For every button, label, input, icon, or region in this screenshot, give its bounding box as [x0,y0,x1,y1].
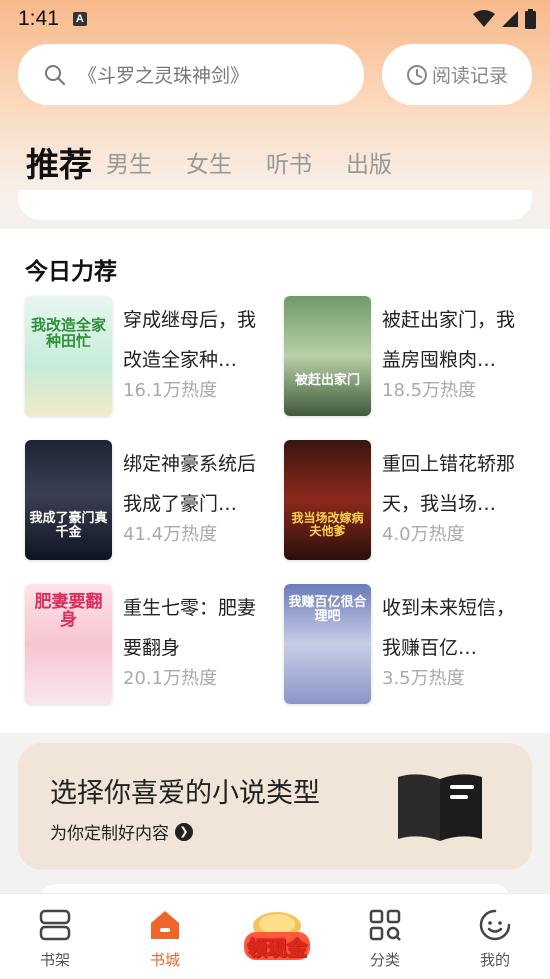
nav-label: 书城 [149,951,180,969]
book-cover: 被赶出家门 [284,296,371,416]
section-title: 今日力荐 [25,259,117,285]
cover-title: 我赚百亿很合理吧 [288,595,367,624]
notification-icon: A [72,12,87,26]
cover-title: 我成了豪门真千金 [29,511,108,540]
clock-icon [406,64,427,85]
book-heat: 3.5万热度 [382,668,465,689]
book-heat: 4.0万热度 [382,524,465,545]
status-time: 1:41 [18,7,59,30]
banner-title: 选择你喜爱的小说类型 [50,778,320,809]
book-cover: 肥妻要翻身 [25,584,112,704]
book-title: 穿成继母后，我改造全家种… [123,309,257,371]
cover-title: 我当场改嫁病夫他爹 [291,511,364,538]
signal-icon [502,11,518,27]
tab-publish[interactable]: 出版 [346,142,392,188]
book-heat: 18.5万热度 [382,380,477,401]
cover-title: 我改造全家种田忙 [30,316,106,350]
wifi-icon [473,10,495,27]
genre-selection-banner[interactable]: 选择你喜爱的小说类型 为你定制好内容 ❯ [18,743,532,870]
book-cover: 我成了豪门真千金 [25,440,112,560]
book-heat: 20.1万热度 [123,668,218,689]
nav-label: 我的 [479,951,510,969]
nav-label: 书架 [39,951,70,969]
cover-title: 被赶出家门 [294,373,360,388]
book-card[interactable]: 我成了豪门真千金 绑定神豪系统后我成了豪门… 41.4万热度 [25,440,275,560]
tab-audiobook[interactable]: 听书 [266,142,312,188]
book-cover: 我当场改嫁病夫他爹 [284,440,371,560]
previous-card-bottom [18,190,532,220]
status-icons [473,9,536,29]
cash-label: 领现金 [247,936,308,961]
book-card[interactable]: 我赚百亿很合理吧 收到未来短信，我赚百亿… 3.5万热度 [284,584,534,704]
tab-male[interactable]: 男生 [106,142,152,188]
get-cash-badge[interactable]: 领现金 [240,910,314,964]
today-recommend-section: 今日力荐 我改造全家种田忙 穿成继母后，我改造全家种… 16.1万热度 被赶出家… [0,229,550,733]
banner-subtitle-text: 为你定制好内容 [50,824,169,844]
category-icon [369,909,401,941]
nav-bookshelf[interactable]: 书架 [0,894,110,979]
book-cover: 我改造全家种田忙 [25,296,112,416]
book-title: 绑定神豪系统后我成了豪门… [123,453,257,515]
nav-category[interactable]: 分类 [330,894,440,979]
book-heat: 16.1万热度 [123,380,218,401]
book-card[interactable]: 我当场改嫁病夫他爹 重回上错花轿那天，我当场… 4.0万热度 [284,440,534,560]
profile-icon [479,909,511,941]
search-icon [45,64,65,85]
tab-label: 推荐 [26,145,92,184]
book-title: 重生七零：肥妻要翻身 [123,597,257,659]
book-cover: 我赚百亿很合理吧 [284,584,371,704]
nav-profile[interactable]: 我的 [440,894,550,979]
arrow-right-icon: ❯ [175,822,193,841]
banner-subtitle: 为你定制好内容 ❯ [50,819,193,844]
book-title: 收到未来短信，我赚百亿… [382,597,516,659]
book-card[interactable]: 肥妻要翻身 重生七零：肥妻要翻身 20.1万热度 [25,584,275,704]
book-title: 重回上错花轿那天，我当场… [382,453,516,515]
reading-history-button[interactable]: 阅读记录 [382,44,532,105]
tab-female[interactable]: 女生 [186,142,232,188]
bookshelf-icon [39,909,71,941]
book-title: 被赶出家门，我盖房囤粮肉… [382,309,516,371]
category-tabs: 推荐 男生 女生 听书 出版 [26,128,426,198]
search-placeholder: 《斗罗之灵珠神剑》 [78,65,250,87]
book-card[interactable]: 我改造全家种田忙 穿成继母后，我改造全家种… 16.1万热度 [25,296,275,416]
nav-bookstore[interactable]: 书城 [110,894,220,979]
nav-label: 分类 [369,951,400,969]
open-book-icon [398,774,482,841]
book-card[interactable]: 被赶出家门 被赶出家门，我盖房囤粮肉… 18.5万热度 [284,296,534,416]
battery-icon [525,9,536,29]
tab-recommend[interactable]: 推荐 [26,142,92,198]
book-heat: 41.4万热度 [123,524,218,545]
status-bar: 1:41 A [0,0,550,38]
reading-history-label: 阅读记录 [431,65,508,87]
cover-title: 肥妻要翻身 [34,592,103,630]
home-icon [151,911,179,939]
search-input[interactable]: 《斗罗之灵珠神剑》 [18,44,364,105]
